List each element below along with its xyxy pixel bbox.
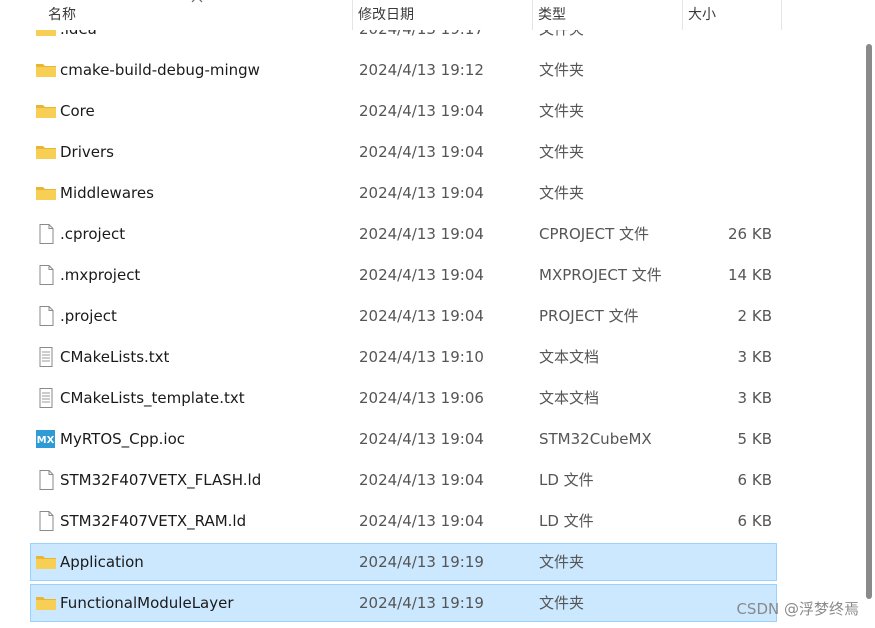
file-row[interactable]: Core 2024/4/13 19:04 文件夹 bbox=[30, 92, 777, 130]
file-size: 5 KB bbox=[737, 430, 772, 448]
file-name: Core bbox=[60, 102, 95, 120]
folder-icon bbox=[35, 593, 57, 613]
file-name: STM32F407VETX_RAM.ld bbox=[60, 512, 247, 530]
watermark: CSDN @浮梦终焉 bbox=[736, 600, 859, 618]
column-size[interactable]: 大小 bbox=[682, 0, 782, 30]
file-row[interactable]: FunctionalModuleLayer 2024/4/13 19:19 文件夹 bbox=[30, 584, 777, 622]
file-row[interactable]: cmake-build-debug-mingw 2024/4/13 19:12 文件… bbox=[30, 51, 777, 89]
file-type: 文件夹 bbox=[539, 184, 585, 202]
file-icon bbox=[35, 470, 57, 490]
file-type: PROJECT 文件 bbox=[539, 307, 639, 325]
file-date: 2024/4/13 19:04 bbox=[359, 266, 484, 284]
file-name: .mxproject bbox=[60, 266, 141, 284]
file-date: 2024/4/13 19:19 bbox=[359, 594, 484, 612]
file-row[interactable]: .mxproject 2024/4/13 19:04 MXPROJECT 文件 14 … bbox=[30, 256, 777, 294]
file-name: .project bbox=[60, 307, 117, 325]
column-divider[interactable] bbox=[781, 0, 782, 30]
file-type: 文本文档 bbox=[539, 348, 600, 366]
file-row[interactable]: CMakeLists.txt 2024/4/13 19:10 文本文档 3 KB bbox=[30, 338, 777, 376]
file-date: 2024/4/13 19:04 bbox=[359, 512, 484, 530]
file-row[interactable]: STM32F407VETX_RAM.ld 2024/4/13 19:04 LD 文件… bbox=[30, 502, 777, 540]
file-date: 2024/4/13 19:04 bbox=[359, 430, 484, 448]
file-name: CMakeLists.txt bbox=[60, 348, 170, 366]
file-size: 14 KB bbox=[728, 266, 772, 284]
file-type: 文件夹 bbox=[539, 594, 585, 612]
file-size: 6 KB bbox=[737, 512, 772, 530]
file-size: 6 KB bbox=[737, 471, 772, 489]
file-type: MXPROJECT 文件 bbox=[539, 266, 662, 284]
folder-icon bbox=[35, 60, 57, 80]
file-date: 2024/4/13 19:04 bbox=[359, 143, 484, 161]
file-icon bbox=[35, 306, 57, 326]
text-file-icon bbox=[35, 388, 57, 408]
file-name: MyRTOS_Cpp.ioc bbox=[60, 430, 186, 448]
file-date: 2024/4/13 19:04 bbox=[359, 184, 484, 202]
file-type: 文本文档 bbox=[539, 389, 600, 407]
file-date: 2024/4/13 19:12 bbox=[359, 61, 484, 79]
file-date: 2024/4/13 19:04 bbox=[359, 307, 484, 325]
file-type: 文件夹 bbox=[539, 143, 585, 161]
file-size: 26 KB bbox=[728, 225, 772, 243]
file-icon bbox=[35, 224, 57, 244]
sort-ascending-icon bbox=[191, 0, 203, 3]
folder-icon bbox=[35, 552, 57, 572]
file-row[interactable]: CMakeLists_template.txt 2024/4/13 19:06 文本… bbox=[30, 379, 777, 417]
scrollbar-thumb[interactable] bbox=[866, 44, 872, 599]
file-row[interactable]: Drivers 2024/4/13 19:04 文件夹 bbox=[30, 133, 777, 171]
file-name: Application bbox=[60, 553, 144, 571]
file-name: Drivers bbox=[60, 143, 114, 161]
left-edge bbox=[0, 0, 7, 628]
file-size: 2 KB bbox=[737, 307, 772, 325]
file-type: LD 文件 bbox=[539, 512, 594, 530]
vertical-scrollbar[interactable] bbox=[865, 0, 875, 628]
column-type-label: 类型 bbox=[538, 7, 566, 23]
file-icon bbox=[35, 265, 57, 285]
column-name-label: 名称 bbox=[48, 7, 76, 23]
column-date[interactable]: 修改日期 bbox=[352, 0, 532, 30]
column-date-label: 修改日期 bbox=[358, 7, 414, 23]
column-header: 名称 修改日期 类型 大小 bbox=[0, 0, 782, 30]
file-date: 2024/4/13 19:04 bbox=[359, 225, 484, 243]
file-name: .cproject bbox=[60, 225, 126, 243]
file-name: CMakeLists_template.txt bbox=[60, 389, 245, 407]
file-type: 文件夹 bbox=[539, 553, 585, 571]
file-name: STM32F407VETX_FLASH.ld bbox=[60, 471, 262, 489]
file-row[interactable]: Middlewares 2024/4/13 19:04 文件夹 bbox=[30, 174, 777, 212]
column-name[interactable]: 名称 bbox=[42, 0, 352, 30]
file-row[interactable]: Application 2024/4/13 19:19 文件夹 bbox=[30, 543, 777, 581]
column-type[interactable]: 类型 bbox=[532, 0, 682, 30]
folder-icon bbox=[35, 142, 57, 162]
file-name: Middlewares bbox=[60, 184, 154, 202]
mx-icon: MX bbox=[35, 429, 57, 449]
file-type: STM32CubeMX bbox=[539, 430, 652, 448]
file-type: 文件夹 bbox=[539, 61, 585, 79]
file-row[interactable]: .project 2024/4/13 19:04 PROJECT 文件 2 KB bbox=[30, 297, 777, 335]
column-size-label: 大小 bbox=[688, 7, 716, 23]
file-size: 3 KB bbox=[737, 348, 772, 366]
file-name: FunctionalModuleLayer bbox=[60, 594, 234, 612]
text-file-icon bbox=[35, 347, 57, 367]
file-date: 2024/4/13 19:19 bbox=[359, 553, 484, 571]
folder-icon bbox=[35, 101, 57, 121]
file-row[interactable]: .cproject 2024/4/13 19:04 CPROJECT 文件 26 KB bbox=[30, 215, 777, 253]
file-date: 2024/4/13 19:04 bbox=[359, 102, 484, 120]
file-size: 3 KB bbox=[737, 389, 772, 407]
file-row[interactable]: STM32F407VETX_FLASH.ld 2024/4/13 19:04 LD … bbox=[30, 461, 777, 499]
file-type: CPROJECT 文件 bbox=[539, 225, 650, 243]
folder-icon bbox=[35, 183, 57, 203]
file-type: 文件夹 bbox=[539, 102, 585, 120]
file-row[interactable]: MX MyRTOS_Cpp.ioc 2024/4/13 19:04 STM32Cube… bbox=[30, 420, 777, 458]
svg-text:MX: MX bbox=[37, 435, 55, 446]
file-date: 2024/4/13 19:10 bbox=[359, 348, 484, 366]
file-name: cmake-build-debug-mingw bbox=[60, 61, 260, 79]
file-type: LD 文件 bbox=[539, 471, 594, 489]
file-date: 2024/4/13 19:04 bbox=[359, 471, 484, 489]
file-date: 2024/4/13 19:06 bbox=[359, 389, 484, 407]
file-icon bbox=[35, 511, 57, 531]
